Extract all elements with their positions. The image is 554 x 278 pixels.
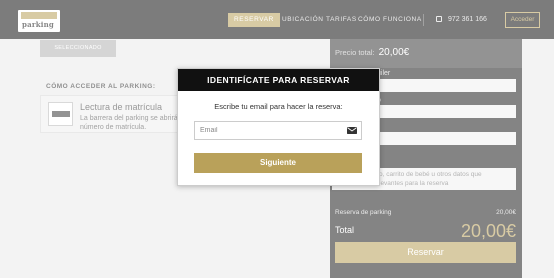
email-prompt: Escribe tu email para hacer la reserva: (214, 102, 343, 111)
modal-title: IDENTIFÍCATE PARA RESERVAR (178, 69, 379, 91)
envelope-icon (347, 127, 357, 134)
next-button[interactable]: Siguiente (194, 153, 362, 173)
identify-modal: IDENTIFÍCATE PARA RESERVAR Escribe tu em… (177, 68, 380, 186)
email-input[interactable] (195, 122, 345, 139)
email-field-wrapper (194, 121, 362, 140)
